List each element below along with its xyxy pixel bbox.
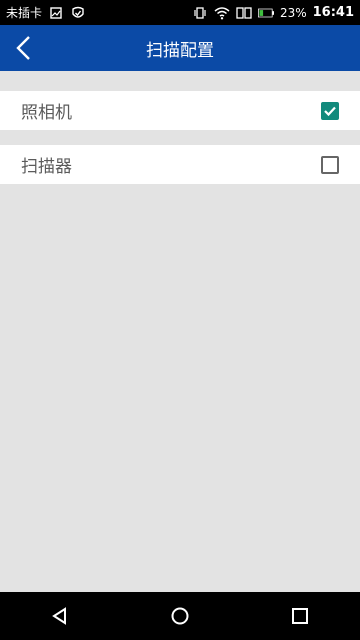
chevron-left-icon (16, 36, 30, 60)
option-label-camera: 照相机 (21, 103, 72, 123)
battery-percent: 23% (279, 5, 307, 20)
camera-checkbox[interactable] (321, 101, 339, 120)
carrier-label: 未插卡 (6, 6, 43, 20)
nav-recents-button[interactable] (280, 596, 320, 636)
shield-icon (70, 5, 86, 21)
option-row-camera[interactable]: 照相机 (0, 91, 360, 130)
status-bar: 未插卡 23% 16:41 (0, 0, 360, 25)
back-triangle-icon (52, 607, 66, 625)
app-header: 扫描配置 (0, 25, 360, 71)
battery-icon (257, 5, 274, 21)
option-label-scanner: 扫描器 (21, 157, 72, 177)
option-row-scanner[interactable]: 扫描器 (0, 145, 360, 184)
status-left: 未插卡 (6, 4, 86, 21)
vibrate-icon (192, 5, 208, 21)
sim-icon (236, 5, 252, 21)
recents-square-icon (292, 608, 308, 624)
nav-back-button[interactable] (40, 596, 80, 636)
page-title: 扫描配置 (146, 40, 214, 61)
nav-home-button[interactable] (160, 596, 200, 636)
system-nav-bar (0, 592, 360, 640)
scanner-checkbox[interactable] (321, 155, 339, 174)
check-icon (324, 106, 336, 116)
wifi-icon (214, 5, 230, 21)
image-icon (48, 5, 64, 21)
home-circle-icon (171, 607, 189, 625)
status-right: 23% 16:41 (192, 5, 354, 21)
clock-time: 16:41 (312, 5, 354, 20)
back-button[interactable] (8, 32, 40, 64)
